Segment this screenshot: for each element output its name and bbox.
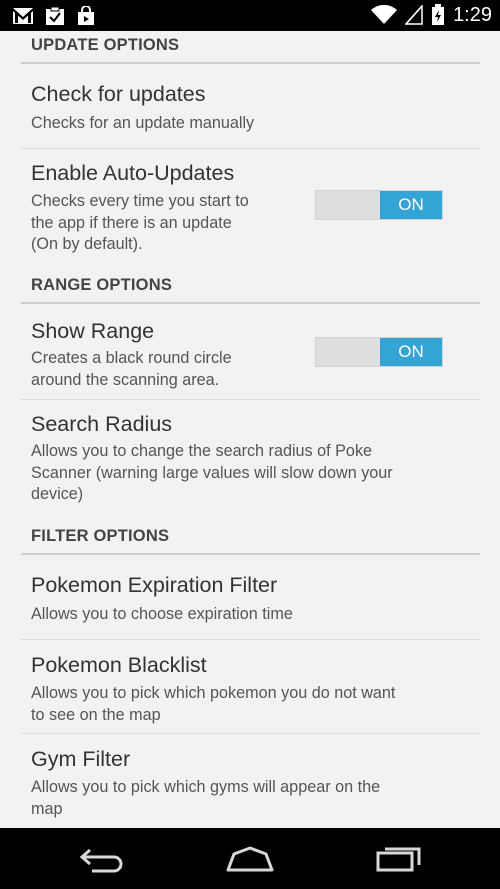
section-header-filter-options: FILTER OPTIONS [31,527,170,545]
pref-summary-line: Creates a black round circle [31,349,232,367]
pref-pokemon-blacklist[interactable]: Pokemon Blacklist Allows you to pick whi… [0,640,500,733]
section-header-range-options: RANGE OPTIONS [31,276,173,294]
pref-pokemon-expiration-filter[interactable]: Pokemon Expiration Filter Allows you to … [0,558,500,639]
pref-title: Gym Filter [31,747,131,771]
pref-search-radius[interactable]: Search Radius Allows you to change the s… [0,400,500,518]
toggle-on-label: ON [380,191,442,219]
section-divider [21,302,480,304]
pref-summary-line: Allows you to pick which gyms will appea… [31,778,381,796]
section-divider [21,62,480,64]
pref-summary: Allows you to choose expiration time [31,605,293,623]
gmail-icon [13,8,33,24]
pref-summary-line: to see on the map [31,705,161,724]
pref-gym-filter[interactable]: Gym Filter Allows you to pick which gyms… [0,734,500,828]
clock: 1:29 [453,4,492,26]
pref-title: Enable Auto-Updates [31,161,235,185]
section-header-update-options: UPDATE OPTIONS [31,36,180,54]
pref-check-for-updates[interactable]: Check for updates Checks for an update m… [0,67,500,148]
back-icon[interactable] [78,844,126,874]
pref-summary-line: map [31,799,63,818]
auto-updates-toggle[interactable]: ON [315,190,443,220]
pref-enable-auto-updates[interactable]: Enable Auto-Updates Checks every time yo… [0,149,500,264]
wifi-icon [371,5,398,24]
pref-summary-line: Allows you to pick which pokemon you do … [31,684,396,702]
pref-summary-line: (On by default). [31,235,143,253]
battery-icon [432,4,445,25]
status-bar: 1:29 [0,0,500,31]
pref-summary-line: Allows you to change the search radius o… [31,442,373,460]
pref-summary-line: Checks every time you start to [31,192,249,210]
pref-summary-line: the app if there is an update [31,213,232,232]
section-divider [21,553,480,555]
home-icon[interactable] [226,846,274,872]
navigation-bar [0,828,500,889]
pref-summary-line: device) [31,485,84,503]
pref-title: Search Radius [31,412,173,436]
show-range-toggle[interactable]: ON [315,337,443,367]
pref-show-range[interactable]: Show Range Creates a black round circle … [0,307,500,399]
shopping-bag-icon [78,6,94,25]
pref-title: Pokemon Blacklist [31,653,207,677]
pref-title: Check for updates [31,82,206,106]
pref-title: Pokemon Expiration Filter [31,573,278,597]
toggle-on-label: ON [380,338,442,366]
settings-list[interactable]: UPDATE OPTIONS Check for updates Checks … [0,31,500,828]
pref-title: Show Range [31,319,155,343]
clipboard-icon [46,6,64,25]
pref-summary-line: Scanner (warning large values will slow … [31,463,393,482]
pref-summary-line: around the scanning area. [31,370,220,389]
signal-icon [405,5,423,25]
pref-summary: Checks for an update manually [31,114,255,132]
recents-icon[interactable] [376,844,422,872]
